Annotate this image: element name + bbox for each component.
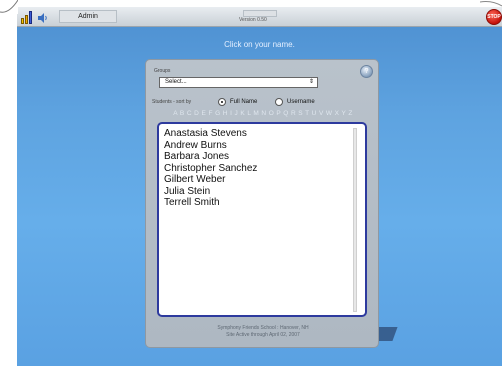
top-toolbar: Admin Version 0.50 STOP xyxy=(17,7,502,27)
letter-f[interactable]: F xyxy=(208,110,212,117)
letter-h[interactable]: H xyxy=(223,110,228,117)
select-arrows-icon: ⇕ xyxy=(308,79,314,85)
sort-fullname-label: Full Name xyxy=(230,99,258,105)
letter-e[interactable]: E xyxy=(202,110,207,117)
letter-j[interactable]: J xyxy=(235,110,239,117)
sort-username-label: Username xyxy=(287,99,315,105)
letter-i[interactable]: I xyxy=(230,110,232,117)
version-label: Version 0.50 xyxy=(239,17,267,23)
sort-label: Students - sort by xyxy=(152,99,192,105)
letter-v[interactable]: V xyxy=(319,110,324,117)
letter-q[interactable]: Q xyxy=(283,110,288,117)
student-list-item[interactable]: Barbara Jones xyxy=(164,151,257,163)
letter-o[interactable]: O xyxy=(269,110,274,117)
letter-c[interactable]: C xyxy=(187,110,192,117)
student-list: Anastasia Stevens Andrew Burns Barbara Jon… xyxy=(157,122,367,317)
list-scrollbar[interactable] xyxy=(353,128,357,312)
page-curl-top-left xyxy=(0,0,18,14)
sort-username-radio[interactable] xyxy=(275,98,283,106)
letter-u[interactable]: U xyxy=(312,110,317,117)
letter-p[interactable]: P xyxy=(276,110,281,117)
stop-button[interactable]: STOP xyxy=(486,9,502,25)
letter-z[interactable]: Z xyxy=(348,110,352,117)
student-list-item[interactable]: Christopher Sanchez xyxy=(164,163,257,175)
letter-n[interactable]: N xyxy=(261,110,266,117)
signal-bars-icon[interactable] xyxy=(21,10,34,24)
student-list-item[interactable]: Terrell Smith xyxy=(164,197,257,209)
help-icon[interactable]: ? xyxy=(360,65,373,78)
app-window: Admin Version 0.50 STOP Click on your na… xyxy=(17,7,502,366)
letter-y[interactable]: Y xyxy=(342,110,347,117)
sort-fullname-radio[interactable] xyxy=(218,98,226,106)
groups-select[interactable]: Select... ⇕ xyxy=(159,77,318,88)
letter-a[interactable]: A xyxy=(173,110,177,117)
letter-s[interactable]: S xyxy=(298,110,303,117)
alphabet-filter: A B C D E F G H I J K L M N O P Q R S T … xyxy=(146,110,380,117)
student-list-item[interactable]: Gilbert Weber xyxy=(164,174,257,186)
letter-t[interactable]: T xyxy=(305,110,309,117)
footer-school: Symphony Friends School : Hanover, NH xyxy=(217,325,309,331)
school-footer: Symphony Friends School : Hanover, NH Si… xyxy=(146,325,380,339)
user-label: Admin xyxy=(59,10,117,23)
letter-k[interactable]: K xyxy=(240,110,245,117)
student-list-item[interactable]: Anastasia Stevens xyxy=(164,128,257,140)
student-list-items: Anastasia Stevens Andrew Burns Barbara Jon… xyxy=(164,128,257,209)
page-curl-top-right xyxy=(480,0,502,10)
footer-active: Site Active through April 02, 2007 xyxy=(226,332,300,338)
version-field xyxy=(243,10,277,17)
student-list-item[interactable]: Andrew Burns xyxy=(164,140,257,152)
speaker-icon[interactable] xyxy=(37,11,49,23)
letter-l[interactable]: L xyxy=(247,110,251,117)
letter-b[interactable]: B xyxy=(180,110,185,117)
letter-m[interactable]: M xyxy=(253,110,259,117)
letter-w[interactable]: W xyxy=(326,110,333,117)
instruction-text: Click on your name. xyxy=(224,40,295,49)
letter-g[interactable]: G xyxy=(215,110,220,117)
login-panel: ? Groups Select... ⇕ Students - sort by … xyxy=(145,59,379,348)
student-list-item[interactable]: Julia Stein xyxy=(164,186,257,198)
letter-r[interactable]: R xyxy=(291,110,296,117)
letter-x[interactable]: X xyxy=(335,110,340,117)
groups-label: Groups xyxy=(154,68,171,74)
letter-d[interactable]: D xyxy=(194,110,199,117)
groups-select-value: Select... xyxy=(165,79,187,85)
